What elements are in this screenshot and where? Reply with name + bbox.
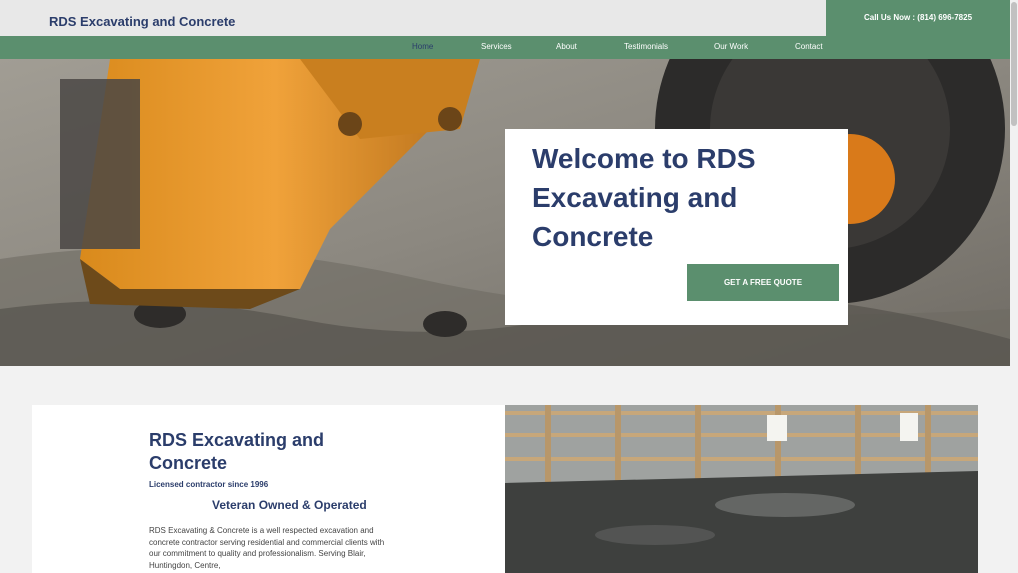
about-body: RDS Excavating & Concrete is a well resp… [149, 526, 385, 571]
top-bar: RDS Excavating and Concrete [0, 0, 826, 36]
main-nav: Home Services About Testimonials Our Wor… [0, 36, 1010, 59]
nav-home[interactable]: Home [412, 42, 433, 51]
veteran-heading: Veteran Owned & Operated [212, 498, 367, 512]
about-card: RDS Excavating and Concrete Licensed con… [32, 405, 505, 573]
concrete-floor-photo [505, 405, 978, 573]
nav-services[interactable]: Services [481, 42, 512, 51]
welcome-card: Welcome to RDS Excavating and Concrete G… [505, 129, 848, 325]
get-free-quote-button[interactable]: GET A FREE QUOTE [687, 264, 839, 301]
concrete-floor-image [505, 405, 978, 573]
site-logo-text[interactable]: RDS Excavating and Concrete [49, 14, 235, 29]
about-subtitle: Licensed contractor since 1996 [149, 480, 269, 489]
nav-our-work[interactable]: Our Work [714, 42, 748, 51]
scrollbar-thumb[interactable] [1011, 2, 1017, 126]
call-now-text[interactable]: Call Us Now : (814) 696-7825 [826, 13, 1010, 22]
nav-about[interactable]: About [556, 42, 577, 51]
hero-title: Welcome to RDS Excavating and Concrete [532, 143, 756, 252]
about-title: RDS Excavating and Concrete [149, 430, 325, 473]
nav-contact[interactable]: Contact [795, 42, 823, 51]
nav-testimonials[interactable]: Testimonials [624, 42, 668, 51]
